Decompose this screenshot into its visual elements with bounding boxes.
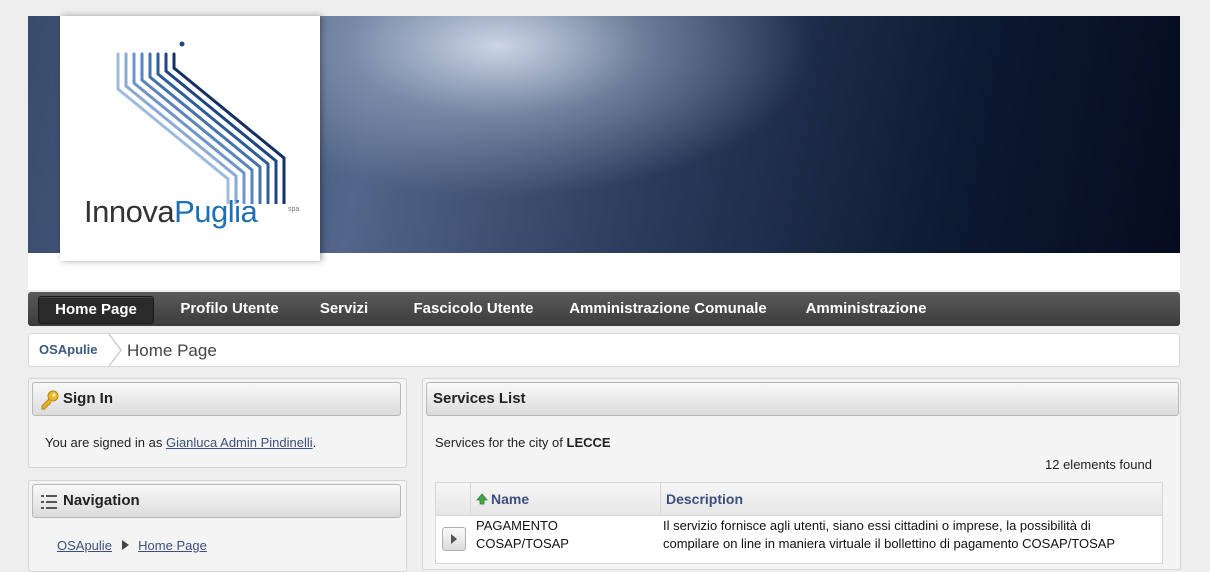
navigation-root-link[interactable]: OSApulie bbox=[57, 538, 112, 553]
navigation-header: Navigation bbox=[32, 484, 401, 518]
services-count: 12 elements found bbox=[1045, 457, 1152, 472]
signin-title: Sign In bbox=[63, 390, 113, 407]
play-arrow-icon bbox=[121, 540, 129, 550]
services-header: Services List bbox=[426, 382, 1179, 416]
table-header-description[interactable]: Description bbox=[661, 483, 1162, 516]
services-title: Services List bbox=[433, 390, 526, 407]
logo-wordmark: InnovaPuglia bbox=[84, 194, 258, 229]
service-description-line2: compilare on line in maniera virtuale il… bbox=[663, 536, 1116, 551]
table-header-blank bbox=[436, 483, 471, 516]
nav-item-amministrazione-comunale[interactable]: Amministrazione Comunale bbox=[568, 296, 768, 322]
breadcrumb-root-link[interactable]: OSApulie bbox=[39, 342, 98, 357]
signin-header: Sign In bbox=[32, 382, 401, 416]
breadcrumb-current: Home Page bbox=[127, 341, 217, 360]
city-name: LECCE bbox=[566, 435, 611, 450]
navigation-current-link[interactable]: Home Page bbox=[138, 538, 207, 553]
expand-row-button[interactable] bbox=[442, 527, 466, 551]
signin-status-text: You are signed in as Gianluca Admin Pind… bbox=[45, 435, 317, 450]
header-banner: InnovaPuglia spa bbox=[28, 16, 1180, 290]
logo-suffix: spa bbox=[288, 206, 300, 213]
navigation-path: OSApulie Home Page bbox=[57, 538, 207, 553]
nav-item-amministrazione[interactable]: Amministrazione bbox=[801, 296, 931, 322]
services-panel: Services List Services for the city of L… bbox=[422, 378, 1181, 570]
signed-in-user-link[interactable]: Gianluca Admin Pindinelli bbox=[166, 435, 313, 450]
signin-panel: Sign In You are signed in as Gianluca Ad… bbox=[28, 378, 407, 468]
play-arrow-icon bbox=[451, 534, 457, 544]
logo-graphic-icon bbox=[116, 41, 286, 204]
table-header-name[interactable]: Name bbox=[471, 483, 661, 516]
nav-item-fascicolo-utente[interactable]: Fascicolo Utente bbox=[406, 296, 541, 322]
services-city-text: Services for the city of LECCE bbox=[435, 435, 611, 450]
navigation-title: Navigation bbox=[63, 492, 140, 509]
navigation-panel: Navigation OSApulie Home Page bbox=[28, 480, 407, 572]
service-name-line2: COSAP/TOSAP bbox=[476, 536, 569, 551]
nav-item-profilo-utente[interactable]: Profilo Utente bbox=[171, 296, 288, 322]
nav-item-home-page[interactable]: Home Page bbox=[38, 296, 154, 324]
main-nav: Home Page Profilo Utente Servizi Fascico… bbox=[28, 292, 1180, 326]
breadcrumb: OSApulie Home Page bbox=[28, 333, 1180, 367]
sort-up-icon bbox=[476, 493, 488, 505]
service-description-line1: Il servizio fornisce agli utenti, siano … bbox=[663, 518, 1091, 533]
nav-item-servizi[interactable]: Servizi bbox=[314, 296, 374, 322]
service-name-line1: PAGAMENTO bbox=[476, 518, 558, 533]
chevron-right-icon bbox=[108, 334, 122, 366]
list-icon bbox=[41, 495, 57, 509]
logo[interactable]: InnovaPuglia spa bbox=[60, 16, 320, 261]
key-icon bbox=[41, 390, 59, 410]
